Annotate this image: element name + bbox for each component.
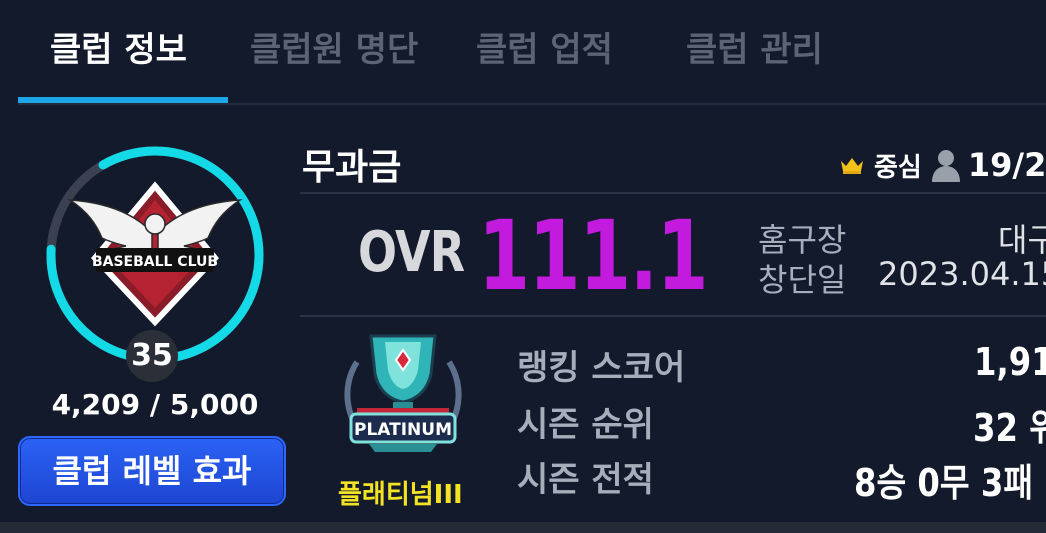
- ovr-label: OVR: [358, 220, 465, 285]
- club-logo: BASEBALL CLUB: [67, 181, 243, 327]
- tab-member-list[interactable]: 클럽원 명단: [250, 28, 418, 72]
- founded-date-label: 창단일: [758, 261, 847, 299]
- club-tag-row: 중심 19/2: [840, 145, 1046, 185]
- tab-bar: 클럽 정보 클럽원 명단 클럽 업적 클럽 관리: [0, 0, 1046, 105]
- divider: [300, 315, 1046, 317]
- club-level-effect-button[interactable]: 클럽 레벨 효과: [18, 436, 286, 506]
- founded-date-value: 2023.04.15: [878, 255, 1046, 293]
- bottom-bar: [0, 522, 1046, 533]
- season-record-label: 시즌 전적: [517, 460, 654, 500]
- club-exp-text: 4,209 / 5,000: [51, 388, 259, 421]
- tab-divider: [18, 103, 1046, 105]
- tab-club-achievements[interactable]: 클럽 업적: [476, 28, 613, 72]
- ranking-score-label: 랭킹 스코어: [517, 348, 686, 388]
- crown-icon: [841, 158, 863, 174]
- tab-club-management[interactable]: 클럽 관리: [686, 28, 823, 72]
- season-rank-value: 32 위: [973, 406, 1046, 450]
- member-icon: [931, 150, 960, 182]
- club-level-badge: 35: [126, 330, 178, 382]
- season-rank-label: 시즌 순위: [517, 405, 654, 445]
- divider: [300, 192, 1046, 194]
- club-tag-label: 중심: [874, 152, 922, 183]
- club-name: 무과금: [302, 147, 402, 188]
- ranking-score-value: 1,915: [974, 340, 1046, 384]
- tier-emblem-text: PLATINUM: [354, 420, 452, 440]
- tab-club-info[interactable]: 클럽 정보: [50, 28, 187, 72]
- tier-name: 플래티넘III: [338, 480, 463, 510]
- ovr-value: 111.1: [478, 200, 709, 312]
- member-count: 19/2: [967, 146, 1046, 184]
- season-record-value: 8승 0무 3패: [854, 461, 1034, 505]
- club-logo-text: BASEBALL CLUB: [92, 254, 218, 270]
- platinum-tier-emblem: PLATINUM: [344, 334, 462, 452]
